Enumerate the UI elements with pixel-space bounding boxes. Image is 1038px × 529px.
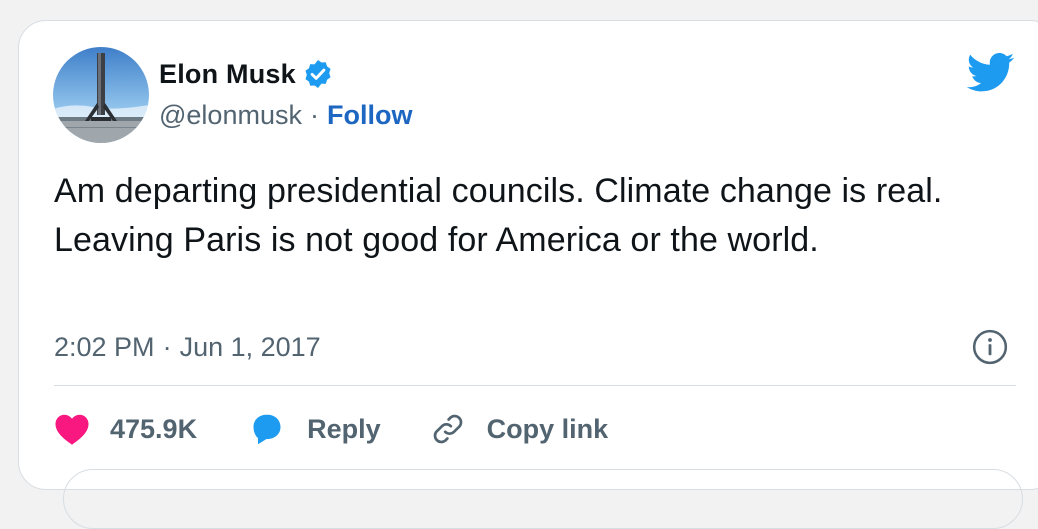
reply-label: Reply — [307, 413, 381, 444]
author-name[interactable]: Elon Musk — [159, 59, 296, 90]
tweet-text: Am departing presidential councils. Clim… — [54, 172, 943, 259]
separator-dot: · — [309, 99, 319, 130]
heart-icon — [55, 414, 89, 445]
copy-link-label: Copy link — [486, 413, 609, 444]
speech-bubble-icon — [253, 414, 281, 445]
separator-dot: · — [162, 331, 172, 362]
avatar[interactable] — [53, 47, 149, 143]
tweet-card: Elon Musk @elonmusk · Follow Am departin… — [18, 20, 1038, 529]
like-button[interactable]: 475.9K — [54, 412, 197, 446]
read-replies-button[interactable] — [63, 469, 1023, 529]
reply-button[interactable]: Reply — [249, 412, 381, 446]
action-bar: 475.9K Reply Copy link — [54, 407, 608, 451]
handle-row: @elonmusk · Follow — [159, 97, 412, 133]
tweet-timestamp[interactable]: 2:02 PM · Jun 1, 2017 — [54, 329, 321, 365]
twitter-bird-icon[interactable] — [966, 53, 1015, 93]
info-icon[interactable] — [971, 328, 1009, 366]
link-icon — [433, 414, 462, 444]
like-count: 475.9K — [110, 413, 198, 444]
tweet-date: Jun 1, 2017 — [179, 331, 321, 362]
copy-link-button[interactable]: Copy link — [429, 410, 609, 448]
author-row: Elon Musk — [159, 56, 334, 92]
verified-badge-icon — [302, 58, 334, 90]
tweet-time: 2:02 PM — [54, 331, 155, 362]
author-handle[interactable]: @elonmusk — [159, 100, 302, 131]
follow-button[interactable]: Follow — [327, 100, 412, 131]
divider — [54, 385, 1016, 386]
